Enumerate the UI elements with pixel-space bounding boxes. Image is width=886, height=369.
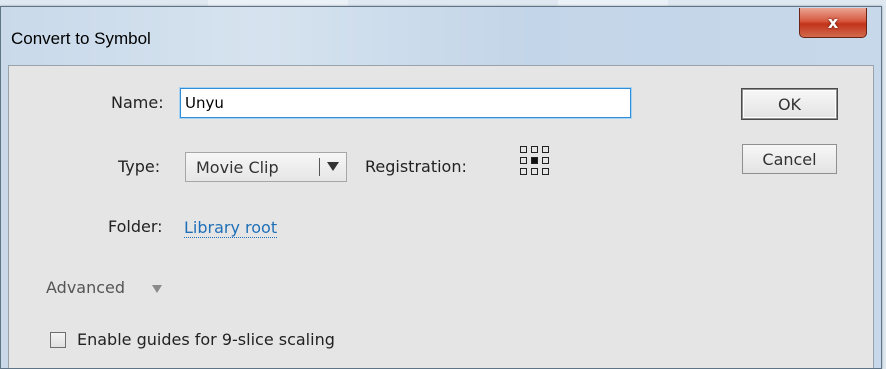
registration-label: Registration: bbox=[365, 157, 467, 176]
name-input[interactable]: Unyu bbox=[180, 88, 631, 118]
close-icon: x bbox=[827, 13, 839, 32]
registration-grid-icon[interactable] bbox=[520, 146, 560, 186]
advanced-toggle[interactable]: Advanced bbox=[46, 278, 125, 297]
ok-button[interactable]: OK bbox=[742, 89, 837, 119]
dialog-body: Name: Unyu Type: Movie Clip Registration… bbox=[8, 65, 874, 368]
cancel-button[interactable]: Cancel bbox=[742, 144, 837, 174]
type-select[interactable]: Movie Clip bbox=[185, 152, 347, 182]
registration-point-top-left[interactable] bbox=[520, 146, 527, 153]
slice-scaling-label[interactable]: Enable guides for 9-slice scaling bbox=[77, 330, 335, 349]
folder-label: Folder: bbox=[108, 217, 163, 236]
close-button[interactable]: x bbox=[799, 8, 867, 38]
triangle-down-icon[interactable] bbox=[152, 285, 162, 293]
registration-point-bottom-left[interactable] bbox=[520, 168, 527, 175]
registration-point-middle-right[interactable] bbox=[542, 157, 549, 164]
slice-scaling-checkbox[interactable] bbox=[50, 332, 66, 348]
folder-link[interactable]: Library root bbox=[184, 219, 278, 238]
select-divider bbox=[319, 158, 320, 176]
type-label: Type: bbox=[118, 157, 161, 176]
registration-point-top-right[interactable] bbox=[542, 146, 549, 153]
dialog-title: Convert to Symbol bbox=[11, 29, 151, 48]
name-label: Name: bbox=[111, 93, 164, 112]
dropdown-arrow-icon bbox=[327, 162, 339, 171]
convert-to-symbol-dialog: Convert to Symbol x Name: Unyu Type: Mov… bbox=[0, 6, 882, 369]
registration-point-bottom-center[interactable] bbox=[531, 168, 538, 175]
registration-point-top-center[interactable] bbox=[531, 146, 538, 153]
registration-point-center[interactable] bbox=[531, 157, 538, 164]
type-select-value: Movie Clip bbox=[196, 158, 279, 177]
registration-point-middle-left[interactable] bbox=[520, 157, 527, 164]
title-bar: Convert to Symbol x bbox=[1, 7, 881, 65]
registration-point-bottom-right[interactable] bbox=[542, 168, 549, 175]
